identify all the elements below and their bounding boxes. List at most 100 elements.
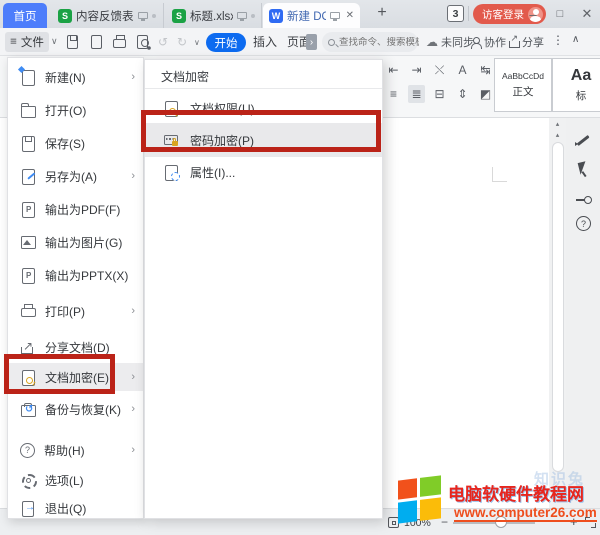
open-folder-icon <box>20 102 36 118</box>
line-spacing-icon[interactable]: ⇕ <box>454 85 471 103</box>
submenu-arrow-icon: › <box>131 305 135 317</box>
select-cursor-icon[interactable] <box>576 162 591 177</box>
undo-icon[interactable]: ↺ <box>158 35 168 49</box>
submenu-item-properties[interactable]: 属性(I)... <box>145 157 382 187</box>
print-icon[interactable] <box>112 35 127 49</box>
fit-page-icon[interactable] <box>388 517 399 528</box>
status-dot-icon <box>152 14 156 18</box>
scrollbar-thumb[interactable] <box>552 142 564 472</box>
align-left-icon[interactable]: ≡ <box>385 85 402 103</box>
window-count-badge[interactable]: 3 <box>447 5 464 22</box>
new-tab-button[interactable]: + <box>372 4 392 22</box>
file-menu-item-save[interactable]: 保存(S) <box>8 129 143 157</box>
submenu-title: 文档加密 <box>145 66 382 86</box>
submenu-arrow-icon: › <box>131 71 135 83</box>
exit-icon <box>20 500 36 516</box>
shading-icon[interactable]: ◩ <box>477 85 494 103</box>
maximize-button[interactable]: □ <box>548 0 572 28</box>
increase-indent-icon[interactable]: ⇥ <box>408 61 425 79</box>
menu-item-label: 另存为(A) <box>45 168 122 185</box>
file-menu-button[interactable]: ≡ 文件 <box>5 32 49 52</box>
style-item-heading[interactable]: Aa 标 <box>552 58 600 112</box>
print-preview-icon[interactable] <box>135 35 150 49</box>
quick-access-toolbar: ≡ 文件 ∨ ↺ ↻ ∨ 开始 插入 页面 › ☁ 未同步 协作 分享 ⋮ <box>0 28 600 56</box>
fullscreen-icon[interactable] <box>585 517 596 528</box>
sync-status-button[interactable]: ☁ 未同步 <box>426 34 474 50</box>
doc-properties-icon <box>163 164 179 180</box>
search-input[interactable] <box>339 37 419 48</box>
tab-spreadsheet-title[interactable]: S 标题.xlsx <box>166 3 262 28</box>
menu-item-label: 帮助(H) <box>44 442 122 459</box>
style-preview: Aa <box>571 67 591 85</box>
tab-home[interactable]: 首页 <box>3 3 47 28</box>
menu-item-label: 打开(O) <box>45 102 135 119</box>
share-button[interactable]: 分享 <box>508 34 544 50</box>
vertical-scrollbar[interactable]: ▴ ▴ <box>549 118 566 508</box>
new-document-icon <box>20 69 36 85</box>
ribbon-tab-home[interactable]: 开始 <box>206 33 246 52</box>
file-menu-item-new[interactable]: 新建(N) › <box>8 63 143 91</box>
character-border-icon[interactable]: A <box>454 61 471 79</box>
align-justify-icon[interactable]: ≣ <box>408 85 425 103</box>
zoom-out-icon[interactable]: − <box>441 515 448 529</box>
hamburger-icon: ≡ <box>10 36 17 48</box>
tab-label: 标题.xlsx <box>190 8 233 24</box>
margin-corner-mark <box>492 167 507 182</box>
document-tab-bar: 首页 S 内容反馈表 S 标题.xlsx W 新建 DOCX 文 ✕ + 3 访… <box>0 0 600 28</box>
edit-pen-icon[interactable] <box>576 130 591 145</box>
zoom-in-icon[interactable]: + <box>570 514 578 529</box>
scroll-up-icon[interactable]: ▴ <box>552 131 563 139</box>
ribbon-tab-insert[interactable]: 插入 <box>253 33 277 50</box>
menu-item-label: 备份与恢复(K) <box>45 401 122 418</box>
share-label: 分享 <box>522 34 544 50</box>
save-icon[interactable] <box>65 35 80 49</box>
help-icon: ? <box>20 443 35 458</box>
scroll-to-top-icon[interactable]: ▴ <box>552 120 563 128</box>
divider <box>145 88 382 89</box>
minimize-button[interactable]: – <box>521 0 545 28</box>
close-button[interactable]: ✕ <box>575 0 599 28</box>
more-options-icon[interactable]: ⋮ <box>552 33 564 47</box>
collaborate-button[interactable]: 协作 <box>470 34 506 50</box>
more-ribbon-tabs-icon[interactable]: › <box>306 34 317 50</box>
decrease-indent-icon[interactable]: ⇤ <box>385 61 402 79</box>
writer-app-icon: W <box>269 9 283 23</box>
tab-spreadsheet-feedback[interactable]: S 内容反馈表 <box>52 3 164 28</box>
style-gallery: AaBbCcDd 正文 Aa 标 <box>494 58 600 112</box>
help-circle-icon[interactable]: ? <box>576 216 591 231</box>
command-search-box[interactable] <box>322 32 418 52</box>
file-menu-item-export-image[interactable]: 输出为图片(G) <box>8 228 143 256</box>
tab-new-docx-active[interactable]: W 新建 DOCX 文 ✕ <box>263 3 360 28</box>
tab-close-icon[interactable]: ✕ <box>346 10 354 21</box>
export-pptx-icon <box>20 267 36 283</box>
distribute-icon[interactable]: ⊟ <box>431 85 448 103</box>
style-item-body-text[interactable]: AaBbCcDd 正文 <box>494 58 552 112</box>
export-pdf-icon[interactable] <box>89 35 104 49</box>
text-effects-icon[interactable]: ⤬ <box>431 61 448 79</box>
file-menu-item-options[interactable]: 选项(L) <box>8 467 143 493</box>
file-menu-item-save-as[interactable]: 另存为(A) › <box>8 162 143 190</box>
file-menu-item-backup[interactable]: 备份与恢复(K) › <box>8 395 143 423</box>
spreadsheet-app-icon: S <box>172 9 186 23</box>
file-menu-item-export-pdf[interactable]: 输出为PDF(F) <box>8 195 143 223</box>
redo-icon[interactable]: ↻ <box>177 35 187 49</box>
file-menu-item-open[interactable]: 打开(O) <box>8 96 143 124</box>
zoom-level-value[interactable]: 100% <box>404 517 431 529</box>
file-menu-item-export-pptx[interactable]: 输出为PPTX(X) <box>8 261 143 289</box>
zoom-slider-knob[interactable] <box>495 516 507 528</box>
menu-item-label: 退出(Q) <box>45 500 135 517</box>
right-tool-sidebar: ? <box>566 118 600 508</box>
collapse-ribbon-icon[interactable]: ∧ <box>572 34 579 45</box>
style-preview: AaBbCcDd <box>502 71 544 81</box>
file-menu-item-help[interactable]: ? 帮助(H) › <box>8 437 143 463</box>
style-name: 正文 <box>513 84 534 99</box>
text-direction-icon[interactable]: ↹ <box>477 61 494 79</box>
submenu-arrow-icon: › <box>131 403 135 415</box>
file-menu-caret-icon[interactable]: ∨ <box>51 36 58 47</box>
file-menu-item-exit[interactable]: 退出(Q) <box>8 495 143 521</box>
adjust-settings-icon[interactable] <box>576 192 591 207</box>
file-menu-item-print[interactable]: 打印(P) › <box>8 297 143 325</box>
share-icon <box>508 37 519 48</box>
zoom-slider-track[interactable] <box>453 522 535 524</box>
annotation-box-password-encrypt <box>141 110 381 152</box>
